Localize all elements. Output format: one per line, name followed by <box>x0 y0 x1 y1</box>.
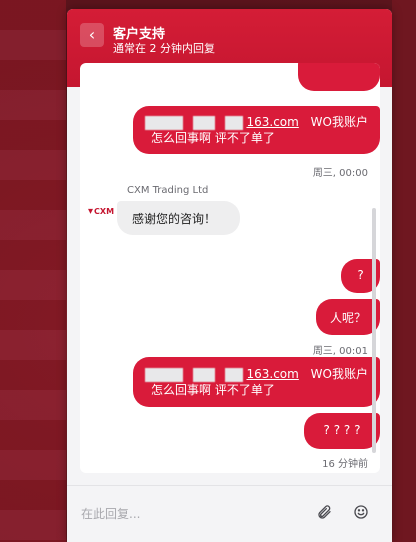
attach-button[interactable] <box>314 502 334 522</box>
background-right <box>392 0 416 542</box>
redacted-block <box>145 367 183 382</box>
smiley-icon <box>354 505 368 519</box>
message-bubble: ? ? ? ? <box>304 413 380 449</box>
redacted-block <box>192 115 215 130</box>
background-left <box>0 0 66 542</box>
message-line: 163.com WO我账户 <box>145 114 370 130</box>
message-text: ? ? ? ? <box>323 423 361 437</box>
message-timestamp: 周三, 00:00 <box>312 168 368 179</box>
message-bubble-partial <box>298 63 380 91</box>
message-bubble-agent: 感谢您的咨询！ <box>117 201 240 235</box>
message-text: WO我账户 <box>310 115 368 129</box>
redacted-block <box>224 367 243 382</box>
header-subtitle: 通常在 2 分钟内回复 <box>113 42 215 55</box>
chevron-left-icon: ‹ <box>88 25 96 44</box>
message-line: 163.com WO我账户 <box>145 366 370 382</box>
message-text: 人呢？ <box>329 311 366 325</box>
message-text: 感谢您的咨询！ <box>132 212 217 226</box>
redacted-block <box>224 115 243 130</box>
message-line: 怎么回事啊 评不了单了 <box>151 131 275 145</box>
agent-avatar: ▾ CXM <box>88 205 115 217</box>
logo-mark-icon: ▾ <box>88 205 94 217</box>
message-timestamp: 16 分钟前 <box>322 459 368 470</box>
reply-input[interactable] <box>79 499 303 529</box>
emoji-button[interactable] <box>351 502 371 522</box>
message-text: WO我账户 <box>310 367 368 381</box>
message-line: 怎么回事啊 评不了单了 <box>151 383 275 397</box>
back-button[interactable]: ‹ <box>80 23 104 47</box>
message-bubble: 163.com WO我账户 怎么回事啊 评不了单了 <box>133 106 380 154</box>
message-text: ? <box>357 268 364 282</box>
composer <box>67 485 392 542</box>
message-bubble: 人呢？ <box>316 299 380 335</box>
message-bubble: 163.com WO我账户 怎么回事啊 评不了单了 <box>133 357 380 407</box>
email-text: 163.com <box>246 115 299 129</box>
sender-name: CXM Trading Ltd <box>127 185 209 196</box>
message-timestamp: 周三, 00:01 <box>312 346 368 357</box>
redacted-block <box>145 115 183 130</box>
email-text: 163.com <box>246 367 299 381</box>
paperclip-icon <box>318 505 331 519</box>
message-list[interactable]: 163.com WO我账户 怎么回事啊 评不了单了 周三, 00:00 CXM … <box>80 63 380 473</box>
scrollbar[interactable] <box>372 208 376 453</box>
support-chat-window: ‹ 客户支持 通常在 2 分钟内回复 163.com WO我账户 怎么回事啊 评… <box>67 9 392 542</box>
redacted-block <box>192 367 215 382</box>
